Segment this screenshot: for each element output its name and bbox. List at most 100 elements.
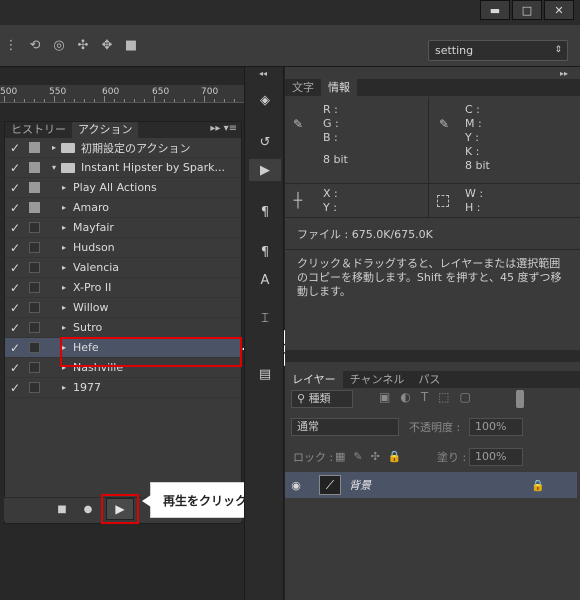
stop-button[interactable]: ■ xyxy=(52,500,72,520)
actions-panel-tabs: ヒストリー アクション ▸▸ ▾≡ xyxy=(5,122,241,138)
dialog-toggle-icon xyxy=(28,262,40,273)
tab-layers[interactable]: レイヤー xyxy=(285,371,343,388)
expand-arrow-icon[interactable]: ▸ xyxy=(57,263,71,272)
toggle-dialog[interactable] xyxy=(25,142,43,153)
toggle-item-check[interactable]: ✓ xyxy=(5,301,25,315)
toggle-item-check[interactable]: ✓ xyxy=(5,201,25,215)
toggle-dialog[interactable] xyxy=(25,242,43,253)
visibility-eye-icon[interactable]: ◉ xyxy=(285,479,307,492)
menu-dots-icon[interactable]: ⋮ xyxy=(4,38,18,53)
toggle-dialog[interactable] xyxy=(25,202,43,213)
expand-arrow-icon[interactable]: ▸ xyxy=(57,383,71,392)
expand-icon[interactable]: ▸▸ xyxy=(554,69,574,78)
toggle-item-check[interactable]: ✓ xyxy=(5,381,25,395)
history-panel-icon[interactable]: ↺ xyxy=(249,131,281,153)
action-row[interactable]: ✓ ▸ 初期設定のアクション xyxy=(5,138,241,158)
rotate-3d-icon[interactable]: ⟲ xyxy=(28,38,42,53)
lock-position-icon[interactable]: ✣ xyxy=(371,450,380,463)
action-row[interactable]: ✓ ▸ Play All Actions xyxy=(5,178,241,198)
tab-character[interactable]: 文字 xyxy=(285,79,321,96)
drag-3d-icon[interactable]: ✣ xyxy=(76,38,90,53)
action-row[interactable]: ✓ ▾ Instant Hipster by Spark... xyxy=(5,158,241,178)
action-row[interactable]: ✓ ▸ X-Pro II xyxy=(5,278,241,298)
expand-arrow-icon[interactable]: ▸ xyxy=(57,203,71,212)
workspace-select[interactable]: setting ⇕ xyxy=(428,40,568,61)
expand-arrow-icon[interactable]: ▸ xyxy=(57,323,71,332)
lock-transparent-icon[interactable]: ▦ xyxy=(335,450,345,463)
action-row[interactable]: ✓ ▸ Sutro xyxy=(5,318,241,338)
expand-arrow-icon[interactable]: ▸ xyxy=(47,143,61,152)
panel-splitter[interactable] xyxy=(285,350,580,362)
expand-arrow-icon[interactable]: ▸ xyxy=(57,283,71,292)
action-row[interactable]: ✓ ▸ Amaro xyxy=(5,198,241,218)
notes-icon[interactable]: ▤ xyxy=(249,363,281,385)
adjustment-filter-icon[interactable]: ◐ xyxy=(400,390,410,404)
type-filter-icon[interactable]: T xyxy=(421,390,428,404)
toggle-dialog[interactable] xyxy=(25,302,43,313)
smart-object-filter-icon[interactable]: ▢ xyxy=(460,390,471,404)
toggle-item-check[interactable]: ✓ xyxy=(5,341,25,355)
toggle-item-check[interactable]: ✓ xyxy=(5,261,25,275)
toggle-dialog[interactable] xyxy=(25,342,43,353)
toggle-item-check[interactable]: ✓ xyxy=(5,221,25,235)
action-row[interactable]: ✓ ▸ 1977 xyxy=(5,378,241,398)
paragraph-styles-icon[interactable]: ¶ xyxy=(249,241,281,263)
toggle-dialog[interactable] xyxy=(25,282,43,293)
character-styles-icon[interactable]: A xyxy=(249,269,281,291)
3d-panel-icon[interactable]: ◈ xyxy=(249,89,281,111)
paragraph-panel-icon[interactable]: ¶ xyxy=(249,201,281,223)
toggle-item-check[interactable]: ✓ xyxy=(5,181,25,195)
collapse-icon[interactable]: ◂◂ xyxy=(259,69,267,78)
tab-channels[interactable]: チャンネル xyxy=(343,371,412,388)
ruler-tick xyxy=(134,99,135,102)
fill-input[interactable]: 100% xyxy=(469,448,523,466)
tab-info[interactable]: 情報 xyxy=(321,79,357,96)
tab-actions[interactable]: アクション xyxy=(72,122,139,138)
opacity-input[interactable]: 100% xyxy=(469,418,523,436)
minimize-button[interactable]: ▬ xyxy=(480,0,510,20)
expand-arrow-icon[interactable]: ▸ xyxy=(57,223,71,232)
expand-arrow-icon[interactable]: ▸ xyxy=(57,183,71,192)
toggle-dialog[interactable] xyxy=(25,222,43,233)
panel-menu-icon[interactable]: ▸▸ ▾≡ xyxy=(210,123,237,134)
lock-all-icon[interactable]: 🔒 xyxy=(388,450,402,463)
video-camera-icon[interactable]: ■ xyxy=(124,38,138,53)
expand-arrow-icon[interactable]: ▸ xyxy=(57,303,71,312)
maximize-button[interactable]: □ xyxy=(512,0,542,20)
record-button[interactable]: ● xyxy=(78,500,98,520)
tab-paths[interactable]: パス xyxy=(411,371,447,388)
expand-arrow-icon[interactable]: ▾ xyxy=(47,163,61,172)
kind-filter-select[interactable]: ⚲ 種類 xyxy=(291,390,353,408)
toggle-dialog[interactable] xyxy=(25,382,43,393)
layer-row[interactable]: ◉ ⟋ 背景 🔒 xyxy=(285,472,577,498)
toggle-item-check[interactable]: ✓ xyxy=(5,281,25,295)
toggle-dialog[interactable] xyxy=(25,362,43,373)
shape-filter-icon[interactable]: ⬚ xyxy=(438,390,449,404)
blend-mode-select[interactable]: 通常 xyxy=(291,418,399,436)
toggle-item-check[interactable]: ✓ xyxy=(5,241,25,255)
toggle-dialog[interactable] xyxy=(25,262,43,273)
action-row[interactable]: ✓ ▸ Mayfair xyxy=(5,218,241,238)
expand-arrow-icon[interactable]: ▸ xyxy=(57,243,71,252)
toggle-item-check[interactable]: ✓ xyxy=(5,141,25,155)
actions-panel-icon[interactable]: ▶ xyxy=(249,159,281,181)
action-label: Willow xyxy=(73,301,109,314)
window-controls: ▬ □ ✕ xyxy=(480,0,574,22)
action-row[interactable]: ✓ ▸ Valencia xyxy=(5,258,241,278)
toggle-dialog[interactable] xyxy=(25,162,43,173)
roll-3d-icon[interactable]: ◎ xyxy=(52,38,66,53)
pixel-filter-icon[interactable]: ▣ xyxy=(379,390,390,404)
toggle-dialog[interactable] xyxy=(25,182,43,193)
tool-presets-icon[interactable]: ⌶ xyxy=(249,307,281,329)
filter-toggle[interactable] xyxy=(516,390,524,408)
toggle-item-check[interactable]: ✓ xyxy=(5,161,25,175)
toggle-item-check[interactable]: ✓ xyxy=(5,361,25,375)
tab-history[interactable]: ヒストリー xyxy=(5,122,72,138)
toggle-dialog[interactable] xyxy=(25,322,43,333)
toggle-item-check[interactable]: ✓ xyxy=(5,321,25,335)
action-row[interactable]: ✓ ▸ Willow xyxy=(5,298,241,318)
action-row[interactable]: ✓ ▸ Hudson xyxy=(5,238,241,258)
lock-pixels-icon[interactable]: ✎ xyxy=(353,450,362,463)
slide-3d-icon[interactable]: ✥ xyxy=(100,38,114,53)
close-button[interactable]: ✕ xyxy=(544,0,574,20)
